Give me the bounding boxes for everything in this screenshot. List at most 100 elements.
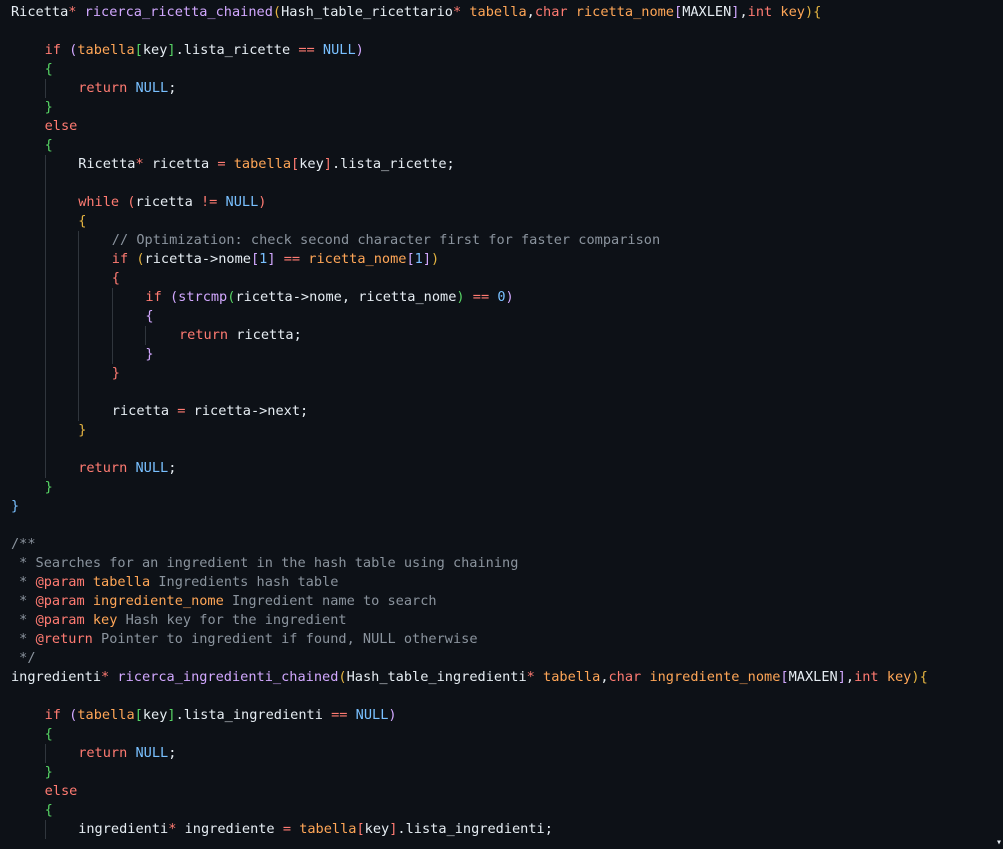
code-token: key xyxy=(780,4,805,20)
code-token: // Optimization: check second character … xyxy=(111,232,661,248)
code-token: } xyxy=(78,422,87,438)
code-line[interactable]: * @param key Hash key for the ingredient xyxy=(11,611,346,630)
code-token: { xyxy=(145,308,154,324)
indent-guide xyxy=(145,326,147,345)
code-token: key xyxy=(299,156,324,172)
code-line[interactable]: else xyxy=(45,782,78,801)
code-line[interactable]: } xyxy=(112,364,120,383)
code-line[interactable]: } xyxy=(45,98,53,117)
code-token: NULL xyxy=(322,42,356,58)
code-line[interactable]: Ricetta * ricerca_ricetta_chained(Hash_ta… xyxy=(11,3,821,22)
code-token: { xyxy=(78,213,87,229)
code-line[interactable]: ingredienti* ricerca_ingredienti_chained… xyxy=(11,668,928,687)
code-token: ricetta xyxy=(135,194,201,210)
code-token: Ingredients hash table xyxy=(150,574,339,590)
code-line[interactable]: */ xyxy=(11,649,35,668)
code-line[interactable]: while (ricetta != NULL) xyxy=(78,193,266,212)
code-token: ] xyxy=(267,251,276,267)
code-token: ] xyxy=(167,707,176,723)
indent-guide xyxy=(44,79,46,98)
code-token: .lista_ricette xyxy=(175,42,299,58)
code-line[interactable]: } xyxy=(145,345,153,364)
code-token: ingredienti xyxy=(78,821,169,837)
code-line[interactable]: else xyxy=(45,117,78,136)
code-line[interactable]: } xyxy=(11,497,19,516)
code-token: ( xyxy=(338,669,347,685)
code-line[interactable]: if (tabella[key].lista_ricette == NULL) xyxy=(45,41,364,60)
code-line[interactable]: * @param tabella Ingredients hash table xyxy=(11,573,338,592)
code-token: .lista_ingredienti xyxy=(175,707,332,723)
code-line[interactable]: { xyxy=(145,307,153,326)
code-line[interactable]: } xyxy=(45,478,53,497)
code-line[interactable]: return ricetta; xyxy=(179,326,302,345)
code-line[interactable]: if (tabella[key].lista_ingredienti == NU… xyxy=(45,706,397,725)
code-token: * xyxy=(526,669,535,685)
code-token: ; xyxy=(168,745,177,761)
indent-guide xyxy=(44,744,46,763)
code-line[interactable]: return NULL; xyxy=(78,79,176,98)
code-token: return xyxy=(78,80,128,96)
code-token: , xyxy=(600,669,609,685)
code-token: Ingredient name to search xyxy=(223,593,437,609)
code-line[interactable]: ingredienti* ingrediente = tabella[key].… xyxy=(78,820,553,839)
code-token: int xyxy=(747,4,773,20)
code-token: ] xyxy=(422,251,432,267)
code-token: key xyxy=(364,821,390,837)
code-line[interactable]: { xyxy=(45,136,53,155)
code-line[interactable]: } xyxy=(45,763,53,782)
code-token: tabella xyxy=(543,669,601,685)
code-line[interactable]: { xyxy=(45,60,53,79)
code-token: ( xyxy=(169,289,179,305)
code-token: ; xyxy=(168,80,177,96)
code-line[interactable]: { xyxy=(45,725,53,744)
code-token: * xyxy=(11,574,36,590)
code-token: { xyxy=(44,137,53,153)
code-token: tabella xyxy=(299,821,357,837)
code-line[interactable]: { xyxy=(112,269,120,288)
code-token: ricetta_nome xyxy=(308,251,407,267)
code-token: ricetta->nome, ricetta_nome xyxy=(235,289,457,305)
code-line[interactable]: ricetta = ricetta->next; xyxy=(112,402,308,421)
mouse-cursor-icon: ▾ xyxy=(996,837,1003,848)
code-line[interactable]: // Optimization: check second character … xyxy=(112,231,660,250)
code-token: strcmp xyxy=(178,289,228,305)
code-token: ) xyxy=(258,194,267,210)
code-line[interactable]: { xyxy=(45,801,53,820)
code-token: if xyxy=(111,251,129,267)
code-line[interactable]: * @param ingrediente_nome Ingredient nam… xyxy=(11,592,437,611)
code-token: Hash_table_ingredienti xyxy=(346,669,527,685)
code-token: ricerca_ricetta_chained xyxy=(84,4,273,20)
code-token: ingrediente_nome xyxy=(92,593,224,609)
code-token: ( xyxy=(272,4,282,20)
code-token: Ricetta xyxy=(78,156,136,172)
code-line[interactable]: return NULL; xyxy=(78,744,176,763)
code-token: } xyxy=(145,346,154,362)
code-line[interactable]: { xyxy=(78,212,86,231)
code-token: tabella xyxy=(233,156,292,172)
code-token: * xyxy=(11,631,36,647)
code-token: @return xyxy=(35,631,93,647)
code-line[interactable]: * @return Pointer to ingredient if found… xyxy=(11,630,477,649)
code-token: return xyxy=(179,327,229,343)
code-line[interactable]: return NULL; xyxy=(78,459,176,478)
code-token: [ xyxy=(356,821,365,837)
code-line[interactable]: * Searches for an ingredient in the hash… xyxy=(11,554,518,573)
code-line[interactable]: /** xyxy=(11,535,36,554)
code-token: while xyxy=(78,194,120,210)
code-token: * xyxy=(11,612,36,628)
code-editor[interactable]: Ricetta* ricerca_ricetta_chained(Hash_ta… xyxy=(0,0,1003,849)
code-token: == xyxy=(283,251,301,267)
code-line[interactable]: Ricetta* ricetta = tabella[key].lista_ri… xyxy=(78,155,455,174)
code-line[interactable]: } xyxy=(78,421,86,440)
code-line[interactable]: if (ricetta->nome[1] == ricetta_nome[1]) xyxy=(112,250,439,269)
code-line[interactable]: if (strcmp(ricetta->nome, ricetta_nome) … xyxy=(145,288,513,307)
code-token: NULL xyxy=(135,80,169,96)
